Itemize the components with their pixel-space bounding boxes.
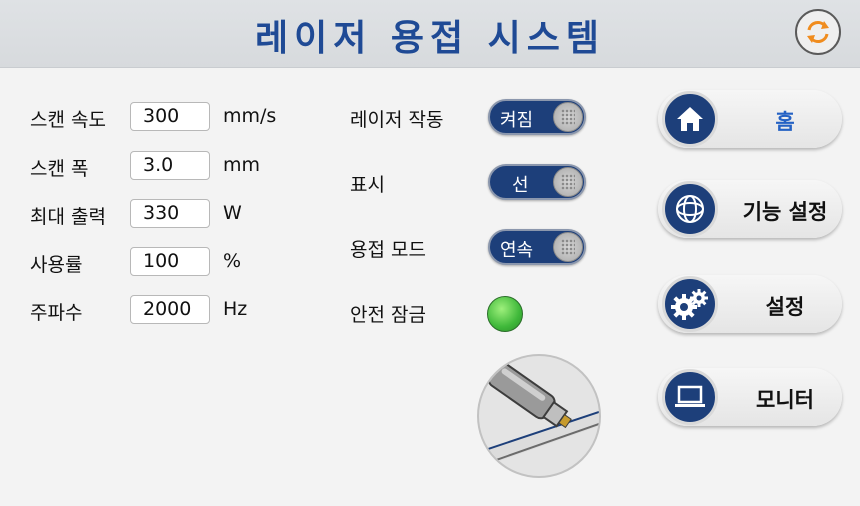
scan-width-unit: mm xyxy=(223,154,261,176)
indicator-state: 선 xyxy=(512,175,529,196)
weld-mode-state: 연속 xyxy=(500,240,534,261)
weld-mode-toggle[interactable]: 연속 xyxy=(488,229,586,265)
toggle-knob xyxy=(553,102,583,132)
nav-function-settings-label: 기능 설정 xyxy=(742,200,828,224)
laser-operation-label: 레이저 작동 xyxy=(350,109,444,131)
refresh-button[interactable] xyxy=(795,9,841,55)
scan-width-input[interactable]: 3.0 xyxy=(130,151,210,180)
toggle-knob xyxy=(553,167,583,197)
indicator-label: 표시 xyxy=(350,174,385,196)
scan-speed-input[interactable]: 300 xyxy=(130,102,210,131)
page-title: 레이저 용접 시스템 xyxy=(254,18,606,59)
weld-mode-label: 용접 모드 xyxy=(350,239,426,261)
safety-lock-indicator xyxy=(487,296,523,332)
laser-welding-illustration xyxy=(477,354,601,478)
laser-head-icon xyxy=(479,362,599,468)
duty-cycle-input[interactable]: 100 xyxy=(130,247,210,276)
frequency-label: 주파수 xyxy=(30,302,83,324)
nav-function-settings-button[interactable]: 기능 설정 xyxy=(658,180,842,238)
nav-settings-label: 설정 xyxy=(765,295,805,319)
nav-monitor-button[interactable]: 모니터 xyxy=(658,368,842,426)
refresh-icon xyxy=(807,21,829,43)
laptop-icon xyxy=(675,385,705,407)
max-power-unit: W xyxy=(223,202,242,224)
safety-lock-label: 안전 잠금 xyxy=(350,304,426,326)
laser-operation-state: 켜짐 xyxy=(500,110,534,131)
toggle-knob xyxy=(553,232,583,262)
frequency-unit: Hz xyxy=(223,298,248,320)
indicator-toggle[interactable]: 선 xyxy=(488,164,586,200)
duty-cycle-unit: % xyxy=(223,250,242,272)
nav-settings-button[interactable]: 설정 xyxy=(658,275,842,333)
header-bar: 레이저 용접 시스템 xyxy=(0,0,860,68)
max-power-input[interactable]: 330 xyxy=(130,199,210,228)
nav-home-label: 홈 xyxy=(775,110,795,134)
scan-speed-label: 스캔 속도 xyxy=(30,109,106,131)
nav-monitor-label: 모니터 xyxy=(756,388,814,412)
scan-speed-unit: mm/s xyxy=(223,105,277,127)
scan-width-label: 스캔 폭 xyxy=(30,158,89,180)
duty-cycle-label: 사용률 xyxy=(30,254,83,276)
home-icon xyxy=(677,107,703,131)
laser-operation-toggle[interactable]: 켜짐 xyxy=(488,99,586,135)
max-power-label: 최대 출력 xyxy=(30,206,106,228)
globe-icon xyxy=(676,195,704,223)
gears-icon xyxy=(671,289,708,320)
nav-home-button[interactable]: 홈 xyxy=(658,90,842,148)
frequency-input[interactable]: 2000 xyxy=(130,295,210,324)
